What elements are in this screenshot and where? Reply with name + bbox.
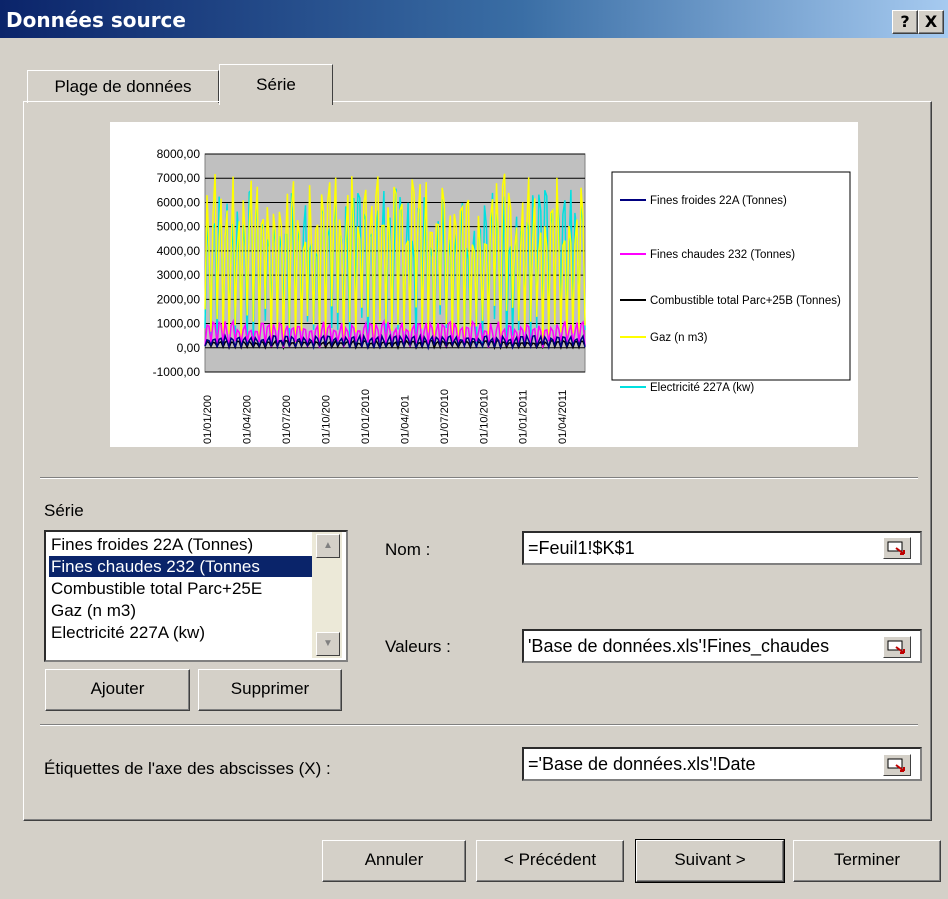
x-tick-label: 01/10/2010 — [478, 389, 490, 444]
window-title: Données source — [6, 8, 186, 32]
separator-bottom — [40, 724, 918, 726]
y-tick-label: 1000,00 — [157, 317, 201, 331]
series-list-item-0[interactable]: Fines froides 22A (Tonnes) — [49, 534, 313, 555]
range-picker-icon[interactable] — [883, 537, 911, 559]
tab-serie[interactable]: Série — [219, 64, 333, 105]
series-scrollbar[interactable]: ▲ ▼ — [312, 532, 342, 658]
nom-label: Nom : — [385, 540, 431, 559]
legend-label: Electricité 227A (kw) — [650, 382, 754, 394]
legend-label: Gaz (n m3) — [650, 332, 708, 344]
scroll-up-icon[interactable]: ▲ — [316, 534, 340, 558]
x-tick-label: 01/04/201 — [399, 395, 411, 444]
range-picker-icon[interactable] — [883, 754, 911, 776]
chart-preview: 8000,00 7000,00 6000,00 5000,00 4000,00 3000,… — [110, 122, 858, 447]
series-list-item-3[interactable]: Gaz (n m3) — [49, 600, 313, 621]
x-tick-label: 01/04/200 — [241, 395, 253, 444]
y-tick-label: 5000,00 — [157, 220, 201, 234]
nom-field[interactable]: =Feuil1!$K$1 — [522, 531, 922, 565]
help-button[interactable]: ? — [892, 10, 918, 34]
series-list-item-2[interactable]: Combustible total Parc+25E — [49, 578, 313, 599]
legend-label: Combustible total Parc+25B (Tonnes) — [650, 295, 841, 307]
x-tick-label: 01/07/2010 — [439, 389, 451, 444]
x-labels-label: Étiquettes de l'axe des abscisses (X) : — [44, 759, 331, 778]
x-tick-label: 01/01/2011 — [518, 390, 530, 444]
x-tick-label: 01/07/200 — [281, 395, 293, 444]
y-tick-label: -1000,00 — [153, 365, 201, 379]
finish-button[interactable]: Terminer — [793, 840, 941, 882]
y-tick-label: 2000,00 — [157, 292, 201, 306]
chart-svg: 8000,00 7000,00 6000,00 5000,00 4000,00 3000,… — [153, 147, 851, 444]
previous-button[interactable]: < Précédent — [476, 840, 624, 882]
x-tick-label: 01/10/200 — [320, 395, 332, 444]
valeurs-field[interactable]: 'Base de données.xls'!Fines_chaudes — [522, 629, 922, 663]
add-series-button[interactable]: Ajouter — [45, 669, 190, 711]
x-tick-label: 01/01/200 — [202, 395, 214, 444]
range-picker-icon[interactable] — [883, 636, 911, 658]
separator-top — [40, 477, 918, 479]
valeurs-label: Valeurs : — [385, 637, 451, 656]
series-list-item-1[interactable]: Fines chaudes 232 (Tonnes — [49, 556, 313, 577]
y-tick-label: 6000,00 — [157, 195, 201, 209]
x-labels-field[interactable]: ='Base de données.xls'!Date — [522, 747, 922, 781]
series-listbox[interactable]: Fines froides 22A (Tonnes) Fines chaudes… — [44, 530, 348, 662]
y-tick-label: 3000,00 — [157, 268, 201, 282]
remove-series-button[interactable]: Supprimer — [198, 669, 342, 711]
scroll-down-icon[interactable]: ▼ — [316, 632, 340, 656]
y-tick-label: 7000,00 — [157, 171, 201, 185]
y-tick-label: 8000,00 — [157, 147, 201, 161]
serie-label: Série — [44, 501, 84, 520]
x-tick-label: 01/04/2011 — [557, 390, 569, 444]
cancel-button[interactable]: Annuler — [322, 840, 466, 882]
y-tick-label: 0,00 — [177, 341, 201, 355]
x-tick-label: 01/01/2010 — [360, 389, 372, 444]
y-tick-label: 4000,00 — [157, 244, 201, 258]
legend-label: Fines froides 22A (Tonnes) — [650, 195, 787, 207]
tab-plage-de-donnees[interactable]: Plage de données — [27, 70, 219, 103]
legend-label: Fines chaudes 232 (Tonnes) — [650, 249, 795, 261]
next-button[interactable]: Suivant > — [635, 839, 785, 883]
close-button[interactable]: X — [918, 10, 944, 34]
series-list-item-4[interactable]: Electricité 227A (kw) — [49, 622, 313, 643]
